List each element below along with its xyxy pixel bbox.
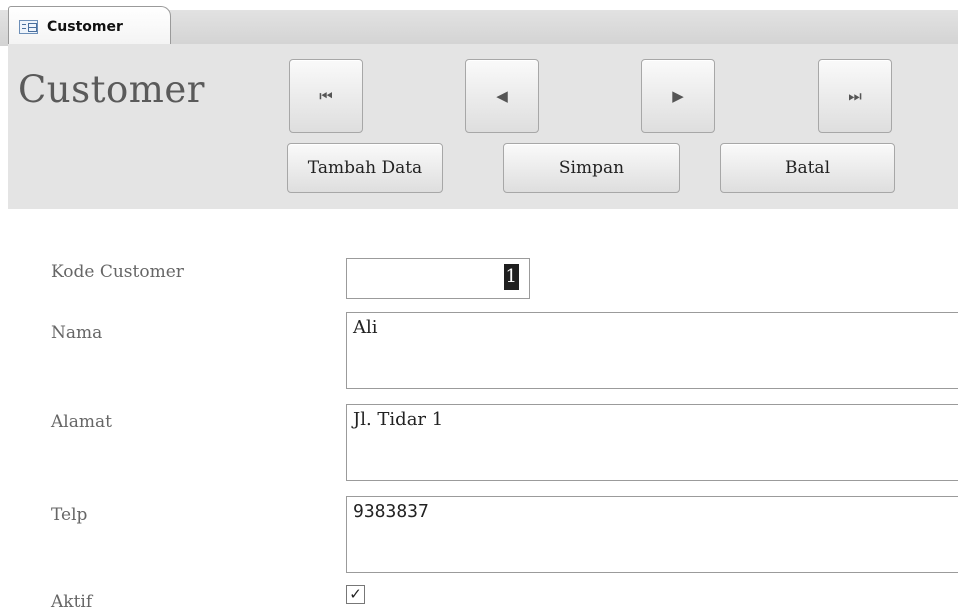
alamat-value: Jl. Tidar 1 bbox=[353, 409, 444, 430]
cancel-button[interactable]: Batal bbox=[720, 143, 895, 193]
save-button[interactable]: Simpan bbox=[503, 143, 680, 193]
previous-record-icon: ◀ bbox=[496, 86, 508, 105]
add-data-button[interactable]: Tambah Data bbox=[287, 143, 443, 193]
telp-label: Telp bbox=[51, 505, 88, 525]
nama-field[interactable]: Ali bbox=[346, 312, 958, 389]
aktif-checkbox[interactable]: ✓ bbox=[346, 585, 365, 604]
kode-customer-value: 1 bbox=[503, 264, 519, 290]
tab-label: Customer bbox=[47, 19, 123, 35]
next-record-icon: ▶ bbox=[672, 86, 684, 105]
last-record-icon: ⏭ bbox=[848, 86, 862, 105]
form-title: Customer bbox=[18, 68, 205, 111]
first-record-icon: ⏮ bbox=[319, 86, 333, 105]
telp-value: 9383837 bbox=[353, 501, 429, 522]
alamat-field[interactable]: Jl. Tidar 1 bbox=[346, 404, 958, 481]
alamat-label: Alamat bbox=[51, 412, 112, 432]
checkmark-icon: ✓ bbox=[349, 585, 362, 603]
telp-field[interactable]: 9383837 bbox=[346, 496, 958, 573]
first-record-button[interactable]: ⏮ bbox=[289, 59, 363, 133]
previous-record-button[interactable]: ◀ bbox=[465, 59, 539, 133]
nama-value: Ali bbox=[353, 317, 378, 338]
form-header: Customer ⏮ ◀ ▶ ⏭ Tambah Data Simpan Bata… bbox=[8, 44, 958, 209]
document-tab-strip: Customer bbox=[0, 0, 958, 46]
kode-customer-label: Kode Customer bbox=[51, 262, 184, 282]
kode-customer-field[interactable]: 1 bbox=[346, 258, 530, 299]
last-record-button[interactable]: ⏭ bbox=[818, 59, 892, 133]
tab-customer[interactable]: Customer bbox=[8, 6, 171, 44]
nama-label: Nama bbox=[51, 323, 103, 343]
form-icon bbox=[19, 20, 38, 34]
next-record-button[interactable]: ▶ bbox=[641, 59, 715, 133]
aktif-label: Aktif bbox=[51, 592, 93, 612]
